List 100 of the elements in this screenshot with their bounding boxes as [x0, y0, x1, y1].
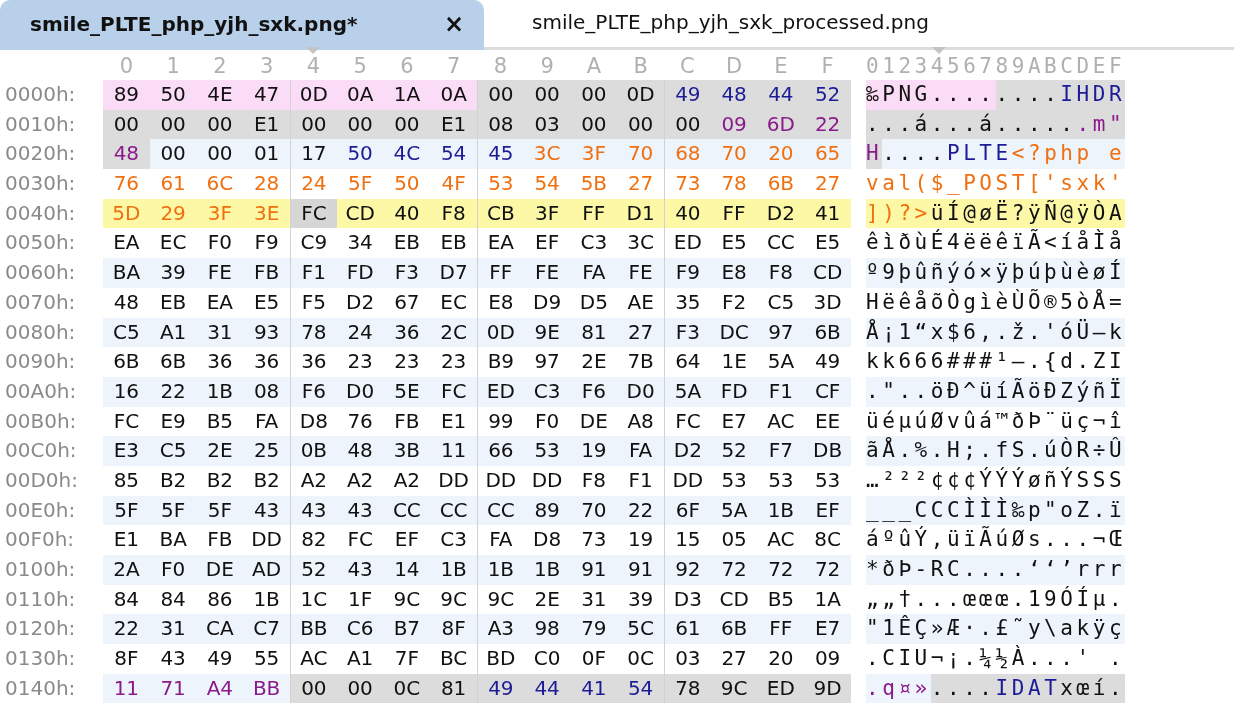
hex-byte[interactable]: BB [290, 614, 337, 645]
hex-byte[interactable]: FF [757, 614, 805, 645]
hex-byte[interactable]: 00 [570, 80, 618, 110]
hex-byte[interactable]: F8 [430, 198, 477, 229]
hex-byte[interactable]: 91 [617, 555, 664, 585]
close-button[interactable]: × [441, 9, 466, 38]
hex-byte[interactable]: 48 [103, 139, 150, 170]
hex-byte[interactable]: 00 [196, 139, 244, 170]
hex-byte[interactable]: 72 [710, 555, 758, 585]
hex-byte[interactable]: F0 [149, 555, 197, 585]
hex-byte[interactable]: 08 [477, 109, 524, 140]
hex-byte[interactable]: EF [804, 495, 851, 526]
hex-byte[interactable]: FA [570, 258, 618, 288]
hex-byte[interactable]: F3 [383, 258, 431, 288]
hex-byte[interactable]: E7 [804, 614, 851, 645]
hex-byte[interactable]: 17 [290, 139, 337, 170]
hex-byte[interactable]: 4C [383, 139, 431, 170]
hex-byte[interactable]: DB [804, 436, 851, 466]
hex-byte[interactable]: D1 [617, 198, 664, 229]
hex-byte[interactable]: AD [243, 555, 290, 585]
hex-byte[interactable]: C7 [243, 614, 290, 645]
hex-byte[interactable]: 2C [430, 317, 477, 348]
hex-byte[interactable]: 89 [103, 80, 150, 110]
hex-byte[interactable]: 6B [804, 317, 851, 348]
hex-byte[interactable]: CC [430, 495, 477, 526]
hex-byte[interactable]: CF [804, 376, 851, 407]
hex-byte[interactable]: 00 [523, 80, 571, 110]
hex-byte[interactable]: 25 [243, 436, 290, 466]
hex-byte[interactable]: F3 [664, 317, 711, 348]
hex-byte[interactable]: 61 [664, 614, 711, 645]
hex-byte[interactable]: 39 [149, 258, 197, 288]
hex-byte[interactable]: 0A [430, 80, 477, 110]
hex-byte[interactable]: 14 [383, 555, 431, 585]
hex-byte[interactable]: 2E [196, 436, 244, 466]
hex-byte[interactable]: FB [243, 258, 290, 288]
hex-byte[interactable]: 00 [477, 80, 524, 110]
hex-byte[interactable]: F7 [757, 436, 805, 466]
hex-byte[interactable]: 43 [336, 555, 384, 585]
hex-byte[interactable]: FE [523, 258, 571, 288]
hex-byte[interactable]: FE [196, 258, 244, 288]
hex-byte[interactable]: 00 [149, 139, 197, 170]
hex-byte[interactable]: 00 [103, 109, 150, 140]
hex-byte[interactable]: 49 [477, 673, 524, 704]
hex-byte[interactable]: 40 [664, 198, 711, 229]
hex-byte[interactable]: 16 [103, 376, 150, 407]
hex-byte[interactable]: 41 [804, 198, 851, 229]
hex-byte[interactable]: F1 [290, 258, 337, 288]
hex-byte[interactable]: 1B [523, 555, 571, 585]
hex-byte[interactable]: 52 [804, 80, 851, 110]
hex-byte[interactable]: CC [477, 495, 524, 526]
hex-byte[interactable]: 31 [149, 614, 197, 645]
hex-byte[interactable]: 78 [664, 673, 711, 704]
hex-byte[interactable]: 1A [383, 80, 431, 110]
hex-byte[interactable]: 72 [757, 555, 805, 585]
hex-byte[interactable]: 92 [664, 555, 711, 585]
hex-byte[interactable]: F9 [664, 258, 711, 288]
hex-byte[interactable]: 47 [243, 80, 290, 110]
hex-byte[interactable]: 01 [243, 139, 290, 170]
hex-byte[interactable]: C5 [103, 317, 150, 348]
hex-byte[interactable]: BA [103, 258, 150, 288]
hex-byte[interactable]: 6B [710, 614, 758, 645]
hex-byte[interactable]: 8F [430, 614, 477, 645]
hex-byte[interactable]: 79 [570, 614, 618, 645]
hex-byte[interactable]: 1B [477, 555, 524, 585]
hex-byte[interactable]: 5F [103, 495, 150, 526]
hex-byte[interactable]: 72 [804, 555, 851, 585]
hex-byte[interactable]: FE [617, 258, 664, 288]
hex-byte[interactable]: 0D [617, 80, 664, 110]
hex-byte[interactable]: E1 [243, 109, 290, 140]
hex-byte[interactable]: FC [430, 376, 477, 407]
hex-byte[interactable]: 45 [477, 139, 524, 170]
hex-byte[interactable]: B7 [383, 614, 431, 645]
hex-byte[interactable]: F8 [757, 258, 805, 288]
hex-byte[interactable]: 0D [477, 317, 524, 348]
hex-byte[interactable]: DE [196, 555, 244, 585]
hex-byte[interactable]: 00 [290, 673, 337, 704]
hex-byte[interactable]: 5C [617, 614, 664, 645]
hex-byte[interactable]: 9D [804, 673, 851, 704]
hex-byte[interactable]: 0D [290, 80, 337, 110]
hex-byte[interactable]: 78 [290, 317, 337, 348]
hex-byte[interactable]: 3B [383, 436, 431, 466]
hex-byte[interactable]: 08 [243, 376, 290, 407]
hex-byte[interactable]: C5 [149, 436, 197, 466]
hex-byte[interactable]: 43 [243, 495, 290, 526]
hex-byte[interactable]: 22 [103, 614, 150, 645]
hex-byte[interactable]: 00 [664, 109, 711, 140]
hex-byte[interactable]: 54 [617, 673, 664, 704]
file-tab[interactable]: smile_PLTE_php_yjh_sxk_processed.png [484, 0, 947, 50]
hex-byte[interactable]: 5A [664, 376, 711, 407]
hex-byte[interactable]: 43 [290, 495, 337, 526]
hex-byte[interactable]: 0A [336, 80, 384, 110]
file-tab[interactable]: smile_PLTE_php_yjh_sxk.png* × [0, 0, 484, 50]
hex-byte[interactable]: FD [336, 258, 384, 288]
hex-byte[interactable]: E3 [103, 436, 150, 466]
hex-byte[interactable]: 0B [290, 436, 337, 466]
hex-byte[interactable]: 2A [103, 555, 150, 585]
hex-byte[interactable]: 98 [523, 614, 571, 645]
hex-byte[interactable]: 4E [196, 80, 244, 110]
hex-byte[interactable]: 93 [243, 317, 290, 348]
hex-byte[interactable]: 91 [570, 555, 618, 585]
